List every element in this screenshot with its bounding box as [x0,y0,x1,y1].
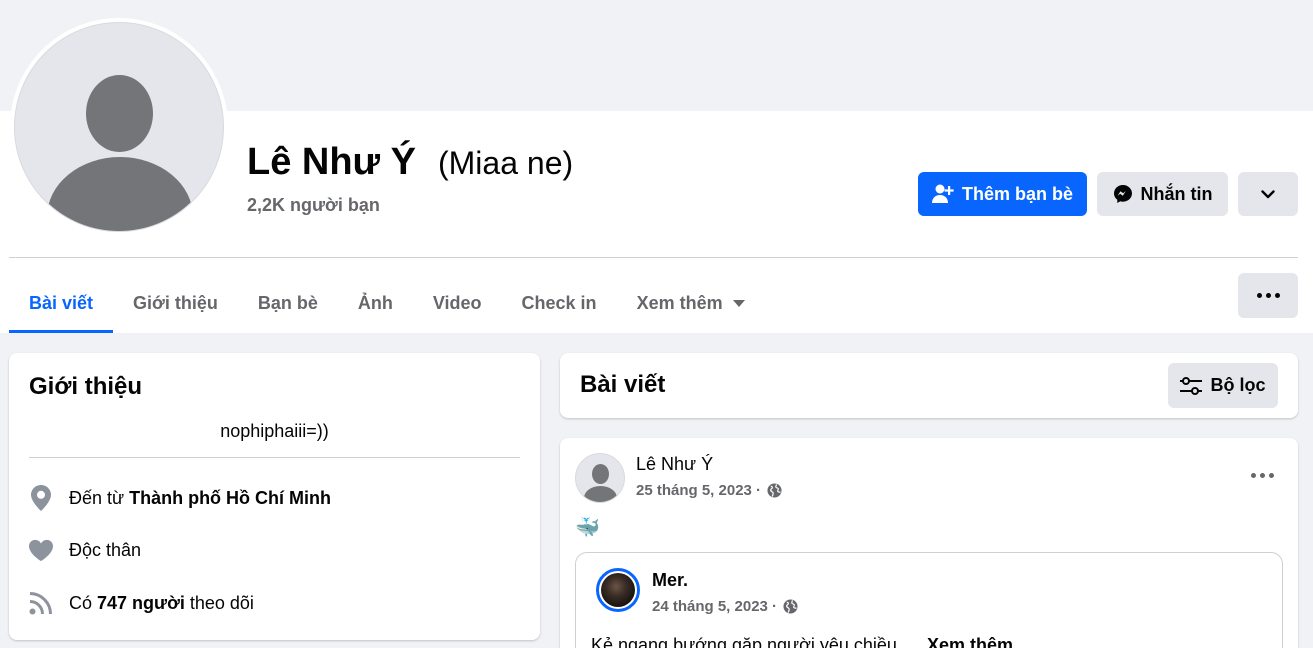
post-author-name[interactable]: Lê Như Ý [636,454,713,475]
tab-more[interactable]: Xem thêm [617,273,765,333]
globe-icon [783,599,798,614]
hometown-row: Đến từ Thành phố Hồ Chí Minh [29,485,331,511]
shared-author-name[interactable]: Mer. [652,570,688,591]
hometown-prefix: Đến từ [69,487,130,508]
posts-title: Bài viết [580,371,666,398]
messenger-icon [1113,184,1133,204]
filter-label: Bộ lọc [1210,375,1266,395]
bio-text: nophiphaiii=)) [220,421,329,441]
tab-label: Bạn bè [257,292,318,313]
shared-author-avatar[interactable] [596,568,640,612]
tab-label: Bài viết [29,292,94,313]
shared-post-text: Kẻ ngang bướng gặp người yêu chiều ... X… [591,635,1013,648]
rss-icon [29,591,53,615]
filter-icon [1180,376,1203,395]
posts-header-card: Bài viết Bộ lọc [560,353,1298,418]
tab-label: Xem thêm [636,292,723,313]
profile-name: Lê Như Ý [247,141,416,183]
add-friend-label: Thêm bạn bè [961,183,1073,204]
heart-icon [29,538,53,562]
globe-icon [767,483,782,498]
followers-row: Có 747 người theo dõi [29,591,254,615]
post-date-text: 25 tháng 5, 2023 · [636,482,762,499]
tab-photos[interactable]: Ảnh [338,273,413,333]
more-actions-button[interactable] [1238,172,1298,216]
tab-label: Giới thiệu [133,292,218,313]
tab-videos[interactable]: Video [413,273,502,333]
relationship-status: Độc thân [69,539,142,560]
tab-posts[interactable]: Bài viết [9,273,114,333]
profile-name-block: Lê Như Ý (Miaa ne) [247,141,573,184]
ellipsis-icon [1256,293,1280,298]
header-divider [9,257,1298,258]
tab-label: Ảnh [357,292,393,313]
post-emoji: 🐳 [575,517,600,539]
post-options-icon[interactable] [1251,473,1274,478]
tab-label: Video [432,292,482,313]
see-more-link[interactable]: Xem thêm [927,635,1013,648]
shared-date-text: 24 tháng 5, 2023 · [652,598,778,615]
post-author-avatar[interactable] [575,453,625,503]
friends-count[interactable]: 2,2K người bạn [247,195,380,216]
shared-timestamp[interactable]: 24 tháng 5, 2023 · [652,598,798,615]
message-label: Nhắn tin [1140,183,1213,204]
followers-prefix: Có [69,592,98,613]
relationship-row: Độc thân [29,538,141,562]
post-card: Lê Như Ý 25 tháng 5, 2023 · 🐳 Mer. 24 th… [560,438,1298,648]
filter-button[interactable]: Bộ lọc [1168,363,1278,408]
intro-divider [29,457,520,458]
intro-title: Giới thiệu [29,373,143,400]
message-button[interactable]: Nhắn tin [1097,172,1228,216]
intro-card: Giới thiệu nophiphaiii=)) Đến từ Thành p… [9,353,540,640]
profile-alt-name: (Miaa ne) [437,145,574,181]
tab-about[interactable]: Giới thiệu [113,273,238,333]
caret-down-icon [732,299,745,307]
shared-text-content: Kẻ ngang bướng gặp người yêu chiều [591,635,897,648]
tab-label: Check in [521,292,597,313]
followers-count[interactable]: 747 người [97,593,185,614]
add-friend-icon [931,184,954,204]
add-friend-button[interactable]: Thêm bạn bè [918,172,1087,216]
tab-checkins[interactable]: Check in [502,273,617,333]
hometown-link[interactable]: Thành phố Hồ Chí Minh [129,488,331,509]
shared-post[interactable]: Mer. 24 tháng 5, 2023 · Kẻ ngang bướng g… [575,552,1283,648]
profile-options-button[interactable] [1238,273,1298,318]
location-pin-icon [29,485,53,511]
profile-avatar[interactable] [10,18,228,236]
profile-tabs: Bài viết Giới thiệu Bạn bè Ảnh Video Che… [9,273,765,333]
tab-friends[interactable]: Bạn bè [238,273,338,333]
chevron-down-icon [1261,189,1275,199]
post-timestamp[interactable]: 25 tháng 5, 2023 · [636,482,782,499]
followers-suffix: theo dõi [184,592,254,613]
